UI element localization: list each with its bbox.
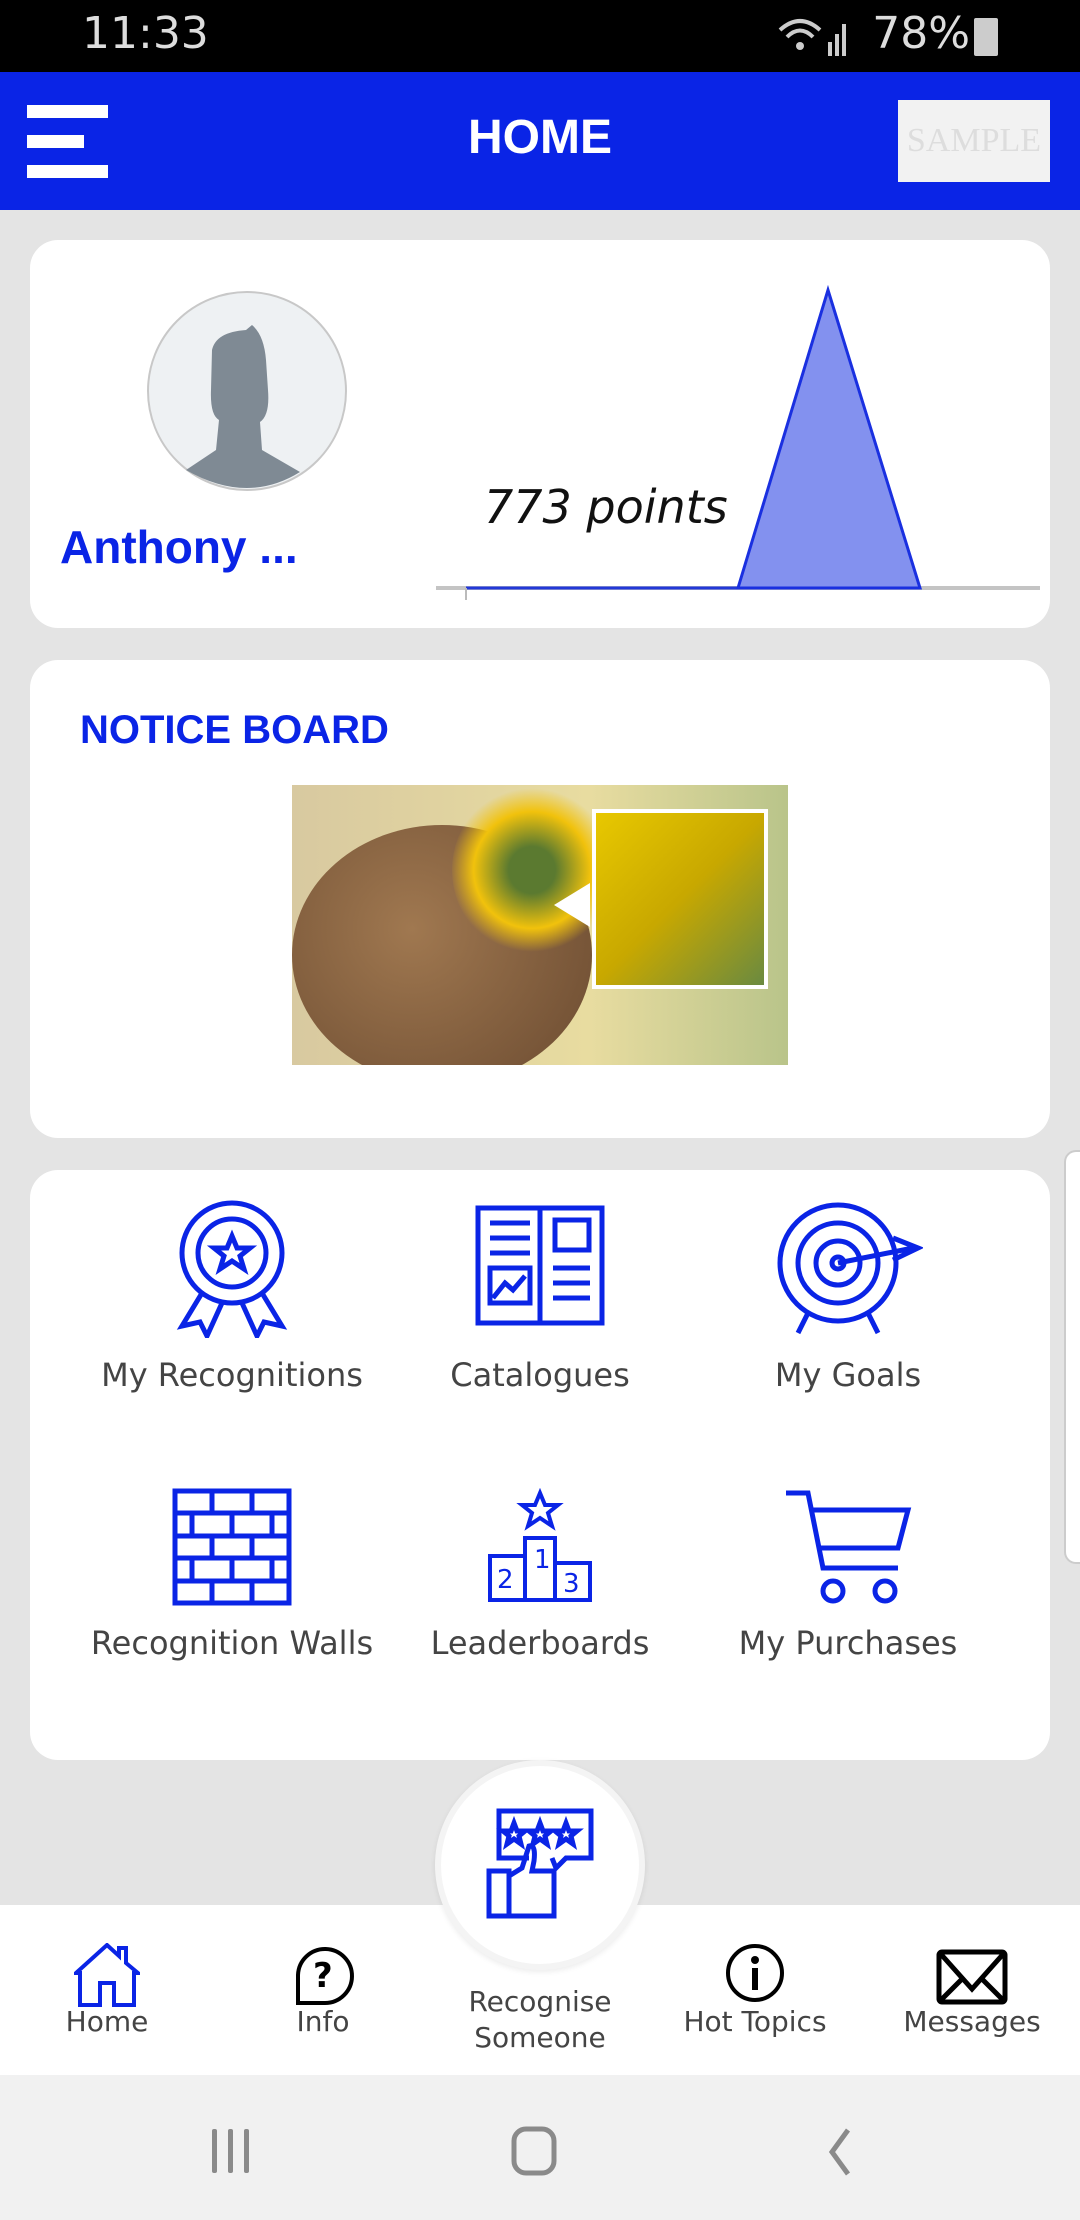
avatar[interactable] <box>146 290 348 492</box>
target-icon <box>777 1202 925 1335</box>
tile-label: My Purchases <box>738 1624 958 1662</box>
thumbs-up-rating-icon <box>486 1808 594 1919</box>
svg-text:2: 2 <box>497 1565 514 1595</box>
home-button-icon[interactable] <box>510 2125 560 2177</box>
home-icon <box>74 1943 140 2007</box>
podium-icon: 12 3 <box>488 1487 592 1602</box>
award-ribbon-icon <box>176 1200 288 1342</box>
notice-board-title: NOTICE BOARD <box>80 708 389 752</box>
status-bar: 11:33 78% <box>0 0 1080 72</box>
nav-info[interactable]: ? Info <box>223 1905 423 2075</box>
system-nav-bar <box>0 2075 1080 2220</box>
battery-icon <box>974 18 998 56</box>
recognise-someone-button[interactable] <box>435 1760 645 1970</box>
info-icon <box>726 1944 784 2002</box>
user-name[interactable]: Anthony ... <box>60 520 298 574</box>
company-logo: SAMPLE <box>898 100 1050 182</box>
shortcuts-card: My Recognitions Catalogues My Goals Reco… <box>30 1170 1050 1760</box>
nav-hot-topics[interactable]: Hot Topics <box>655 1905 855 2075</box>
back-icon[interactable] <box>818 2127 858 2177</box>
app-header: HOME SAMPLE <box>0 72 1080 210</box>
svg-text:3: 3 <box>563 1569 580 1599</box>
points-label: 773 points <box>484 480 728 534</box>
tile-label: My Recognitions <box>101 1356 363 1394</box>
tile-recognition-walls[interactable]: Recognition Walls <box>72 1488 392 1662</box>
notice-board-card: NOTICE BOARD <box>30 660 1050 1138</box>
battery-level: 78% <box>872 8 970 59</box>
envelope-icon <box>936 1949 1008 2005</box>
brick-wall-icon <box>172 1488 292 1606</box>
tile-label: Recognition Walls <box>90 1624 374 1662</box>
cart-icon <box>786 1490 912 1604</box>
question-icon: ? <box>296 1947 354 2005</box>
nav-messages[interactable]: Messages <box>872 1905 1072 2075</box>
image-zoom-inset <box>592 809 768 989</box>
tile-label: Catalogues <box>450 1356 630 1394</box>
notice-image[interactable] <box>292 785 788 1065</box>
svg-text:1: 1 <box>534 1545 551 1575</box>
tile-my-purchases[interactable]: My Purchases <box>688 1488 1008 1662</box>
nav-recognise-label[interactable]: Recognise Someone <box>432 1965 648 2075</box>
points-peak <box>735 284 923 590</box>
tile-my-recognitions[interactable]: My Recognitions <box>72 1198 392 1394</box>
wifi-signal-icon <box>778 19 846 56</box>
points-chart <box>436 284 1040 600</box>
open-book-icon <box>475 1205 605 1326</box>
tile-label: Leaderboards <box>430 1624 650 1662</box>
tile-my-goals[interactable]: My Goals <box>688 1198 1008 1394</box>
edge-panel-handle[interactable] <box>1064 1150 1080 1564</box>
nav-home[interactable]: Home <box>7 1905 207 2075</box>
svg-text:?: ? <box>313 1956 333 1996</box>
clock: 11:33 <box>82 8 209 59</box>
tile-label: My Goals <box>774 1356 922 1394</box>
tile-catalogues[interactable]: Catalogues <box>380 1198 700 1394</box>
recent-apps-icon[interactable] <box>208 2127 256 2177</box>
tile-leaderboards[interactable]: 12 3 Leaderboards <box>380 1487 700 1662</box>
profile-card: Anthony ... 773 points <box>30 240 1050 628</box>
